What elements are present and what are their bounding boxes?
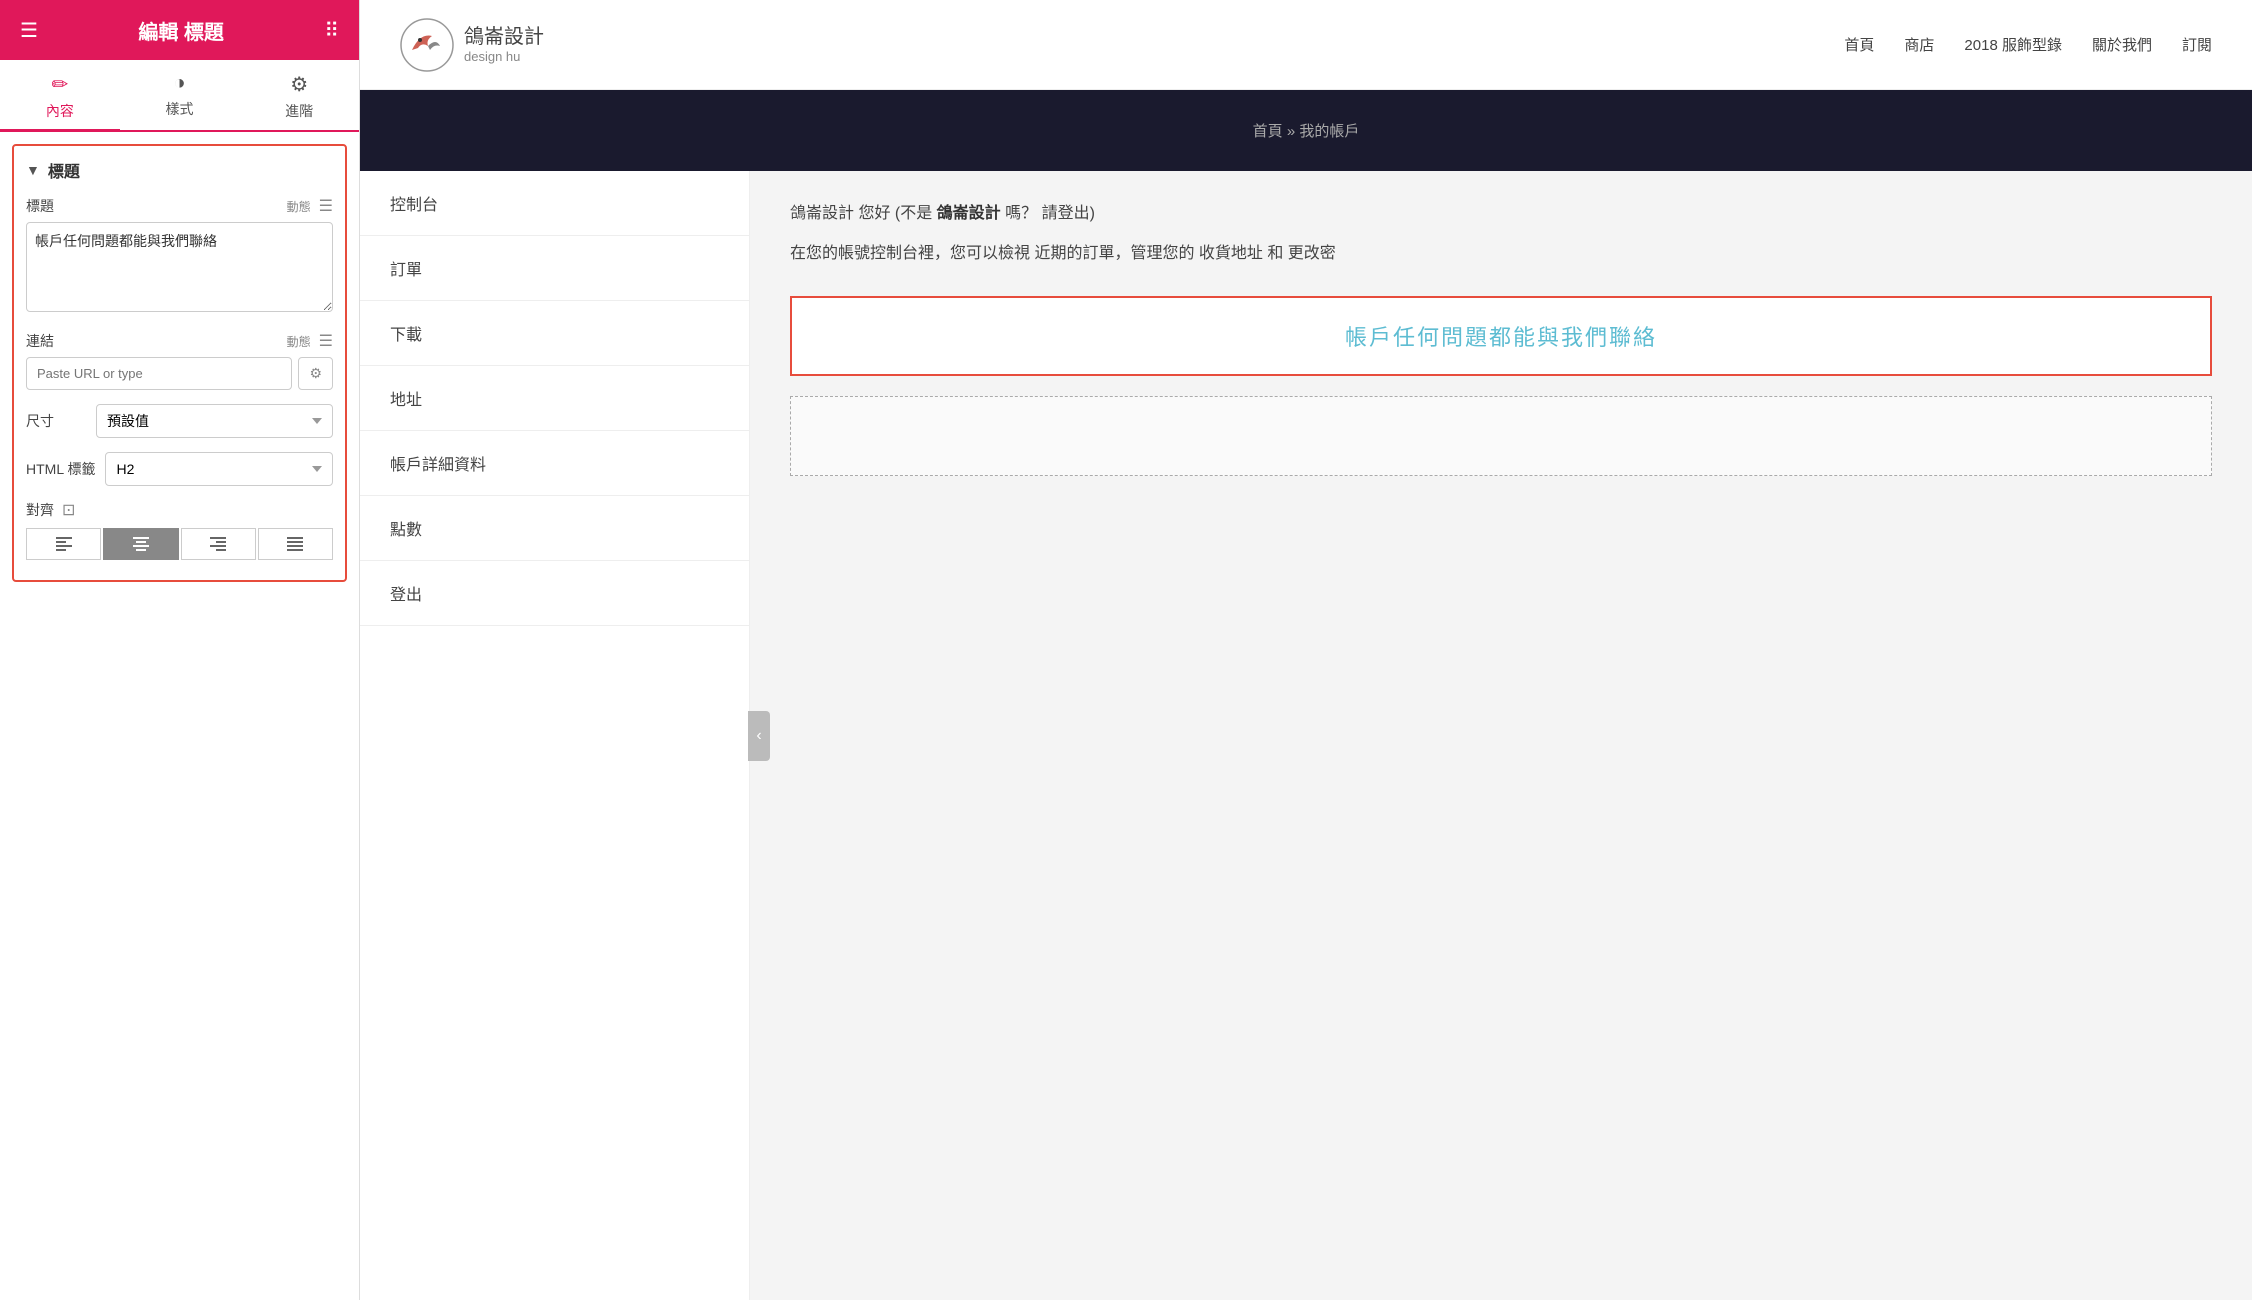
html-tag-label: HTML 標籤 xyxy=(26,459,95,479)
url-settings-button[interactable]: ⚙ xyxy=(298,357,333,390)
title-label: 標題 xyxy=(26,196,54,216)
nav-about[interactable]: 關於我們 xyxy=(2092,34,2152,55)
heading-highlight-text: 帳戶任何問題都能與我們聯絡 xyxy=(1345,325,1657,350)
url-input[interactable] xyxy=(26,357,292,390)
nav-shop[interactable]: 商店 xyxy=(1904,34,1934,55)
description-text: 在您的帳號控制台裡，您可以檢視 近期的訂單，管理您的 收貨地址 和 更改密 xyxy=(790,241,2212,267)
align-buttons xyxy=(26,528,333,560)
title-list-icon[interactable]: ☰ xyxy=(319,196,333,216)
panel-header: ☰ 編輯 標題 ⠿ xyxy=(0,0,359,60)
welcome-suffix: 嗎？ 請登出) xyxy=(1001,205,1095,222)
align-justify-button[interactable] xyxy=(258,528,333,560)
link-label: 連結 xyxy=(26,331,54,351)
panel-tabs: ✏ 內容 ◑ 樣式 ⚙ 進階 xyxy=(0,60,359,132)
sidebar-item-orders[interactable]: 訂單 xyxy=(360,236,749,301)
section-block: ▼ 標題 標題 動態 ☰ 帳戶任何問題都能與我們聯絡 連結 xyxy=(12,144,347,582)
heading-highlight-box: 帳戶任何問題都能與我們聯絡 xyxy=(790,296,2212,376)
site-nav: 首頁 商店 2018 服飾型錄 關於我們 訂閱 xyxy=(1844,34,2212,55)
hamburger-icon[interactable]: ☰ xyxy=(20,18,38,43)
url-input-row: ⚙ xyxy=(26,357,333,390)
sidebar-item-downloads[interactable]: 下載 xyxy=(360,301,749,366)
link-list-icon[interactable]: ☰ xyxy=(319,331,333,351)
section-arrow-icon[interactable]: ▼ xyxy=(26,162,40,178)
tab-content-label: 內容 xyxy=(46,101,74,121)
advanced-tab-icon: ⚙ xyxy=(290,72,308,97)
size-row: 尺寸 預設值 小 中 大 超大 xyxy=(26,404,333,438)
nav-subscribe[interactable]: 訂閱 xyxy=(2182,34,2212,55)
link-field-row: 連結 動態 ☰ ⚙ xyxy=(26,331,333,390)
size-select[interactable]: 預設值 小 中 大 超大 xyxy=(96,404,333,438)
tab-content[interactable]: ✏ 內容 xyxy=(0,60,120,132)
nav-catalog[interactable]: 2018 服飾型錄 xyxy=(1964,34,2062,55)
sidebar-toggle-button[interactable]: ‹ xyxy=(748,711,770,761)
link-field-actions: 動態 ☰ xyxy=(287,331,333,351)
sidebar-item-dashboard[interactable]: 控制台 xyxy=(360,171,749,236)
logo-main-text: 鴿崙設計 xyxy=(464,25,544,49)
sidebar-menu: 控制台 訂單 下載 地址 帳戶詳細資料 點數 登出 xyxy=(360,171,750,1300)
sidebar-item-address[interactable]: 地址 xyxy=(360,366,749,431)
content-tab-icon: ✏ xyxy=(51,72,68,97)
align-center-button[interactable] xyxy=(103,528,178,560)
main-content-area: 鴿崙設計 您好 (不是 鴿崙設計 嗎？ 請登出) 在您的帳號控制台裡，您可以檢視… xyxy=(750,171,2252,1300)
content-sidebar-wrapper: 控制台 訂單 下載 地址 帳戶詳細資料 點數 登出 ‹ 鴿崙設計 您好 (不是 … xyxy=(360,171,2252,1300)
title-field-row: 標題 動態 ☰ 帳戶任何問題都能與我們聯絡 xyxy=(26,196,333,317)
title-label-row: 標題 動態 ☰ xyxy=(26,196,333,216)
left-panel: ☰ 編輯 標題 ⠿ ✏ 內容 ◑ 樣式 ⚙ 進階 ▼ 標題 xyxy=(0,0,360,1300)
logo-area: 鴿崙設計 design hu xyxy=(400,18,544,72)
main-area: 鴿崙設計 design hu 首頁 商店 2018 服飾型錄 關於我們 訂閱 首… xyxy=(360,0,2252,1300)
title-dynamic-btn[interactable]: 動態 xyxy=(287,198,311,215)
align-right-button[interactable] xyxy=(181,528,256,560)
panel-content-area: ▼ 標題 標題 動態 ☰ 帳戶任何問題都能與我們聯絡 連結 xyxy=(0,132,359,1300)
tab-advanced-label: 進階 xyxy=(285,101,313,121)
logo-icon xyxy=(400,18,454,72)
sidebar-item-points[interactable]: 點數 xyxy=(360,496,749,561)
link-dynamic-btn[interactable]: 動態 xyxy=(287,333,311,350)
html-tag-select[interactable]: H1 H2 H3 H4 H5 H6 xyxy=(105,452,333,486)
align-device-icon: ⊡ xyxy=(62,500,75,520)
title-textarea[interactable]: 帳戶任何問題都能與我們聯絡 xyxy=(26,222,333,312)
grid-icon[interactable]: ⠿ xyxy=(324,18,339,43)
link-label-row: 連結 動態 ☰ xyxy=(26,331,333,351)
align-label-row: 對齊 ⊡ xyxy=(26,500,333,520)
logo-text: 鴿崙設計 design hu xyxy=(464,25,544,65)
welcome-text: 鴿崙設計 您好 (不是 鴿崙設計 嗎？ 請登出) xyxy=(790,201,2212,227)
logo-sub-text: design hu xyxy=(464,49,544,65)
html-tag-row: HTML 標籤 H1 H2 H3 H4 H5 H6 xyxy=(26,452,333,486)
section-header: ▼ 標題 xyxy=(26,158,333,182)
breadcrumb: 首頁 » 我的帳戶 xyxy=(1253,120,1360,141)
align-row: 對齊 ⊡ xyxy=(26,500,333,560)
size-label: 尺寸 xyxy=(26,411,86,431)
breadcrumb-banner: 首頁 » 我的帳戶 xyxy=(360,90,2252,171)
title-field-actions: 動態 ☰ xyxy=(287,196,333,216)
tab-style-label: 樣式 xyxy=(166,99,194,119)
tab-advanced[interactable]: ⚙ 進階 xyxy=(239,60,359,132)
section-title: 標題 xyxy=(48,158,80,182)
sidebar-item-logout[interactable]: 登出 xyxy=(360,561,749,626)
welcome-prefix: 鴿崙設計 您好 (不是 xyxy=(790,205,937,222)
panel-title: 編輯 標題 xyxy=(138,16,224,45)
dashed-placeholder-area xyxy=(790,396,2212,476)
style-tab-icon: ◑ xyxy=(173,72,185,95)
align-label: 對齊 xyxy=(26,500,54,520)
site-header: 鴿崙設計 design hu 首頁 商店 2018 服飾型錄 關於我們 訂閱 xyxy=(360,0,2252,90)
sidebar-item-account-details[interactable]: 帳戶詳細資料 xyxy=(360,431,749,496)
align-left-button[interactable] xyxy=(26,528,101,560)
welcome-user-bold: 鴿崙設計 xyxy=(937,205,1001,222)
tab-style[interactable]: ◑ 樣式 xyxy=(120,60,240,132)
nav-home[interactable]: 首頁 xyxy=(1844,34,1874,55)
